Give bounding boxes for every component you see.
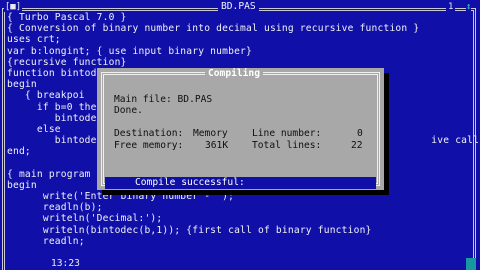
code-line: { Conversion of binary number into decim… bbox=[7, 23, 420, 35]
code-line: writeln('Decimal:'); bbox=[7, 213, 163, 225]
compile-result-text: Compile successful: bbox=[135, 177, 245, 188]
code-line: { Turbo Pascal 7.0 } bbox=[7, 12, 127, 23]
total-lines-label: Total lines: bbox=[252, 140, 322, 151]
code-line: uses crt; bbox=[7, 34, 61, 46]
compile-result-bar: Compile successful: bbox=[105, 177, 376, 189]
line-number-label: Line number: bbox=[252, 128, 322, 139]
done-label: Done. bbox=[114, 105, 143, 116]
main-file-label: Main file: BD.PAS bbox=[114, 94, 213, 105]
scrollbar-thumb[interactable] bbox=[466, 258, 476, 270]
total-lines-value: 22 bbox=[351, 140, 363, 151]
code-line: {recursive function} bbox=[7, 56, 127, 68]
destination-value: Memory bbox=[193, 128, 228, 139]
turbo-pascal-ide: [■] BD.PAS 1 ↕ { Turbo Pascal 7.0 } { Co… bbox=[0, 0, 480, 270]
line-number-value: 0 bbox=[357, 128, 363, 139]
dialog-title: Compiling bbox=[205, 68, 263, 80]
compiling-dialog: Compiling Main file: BD.PAS Done. Destin… bbox=[97, 68, 384, 190]
code-line: readln(b); bbox=[7, 202, 103, 214]
free-memory-label: Free memory: bbox=[114, 140, 184, 151]
free-memory-value: 361K bbox=[205, 140, 229, 151]
code-line: write('Enter binary number - '); bbox=[7, 191, 235, 202]
destination-label: Destination: bbox=[114, 128, 184, 139]
close-window-button[interactable]: [■] bbox=[4, 2, 22, 12]
code-line: readln; bbox=[7, 235, 85, 247]
code-line: writeln(bintodec(b,1)); {first call of b… bbox=[7, 224, 372, 236]
cursor-position: 13:23 bbox=[48, 258, 83, 270]
code-line: var b:longint; { use input binary number… bbox=[7, 45, 253, 57]
